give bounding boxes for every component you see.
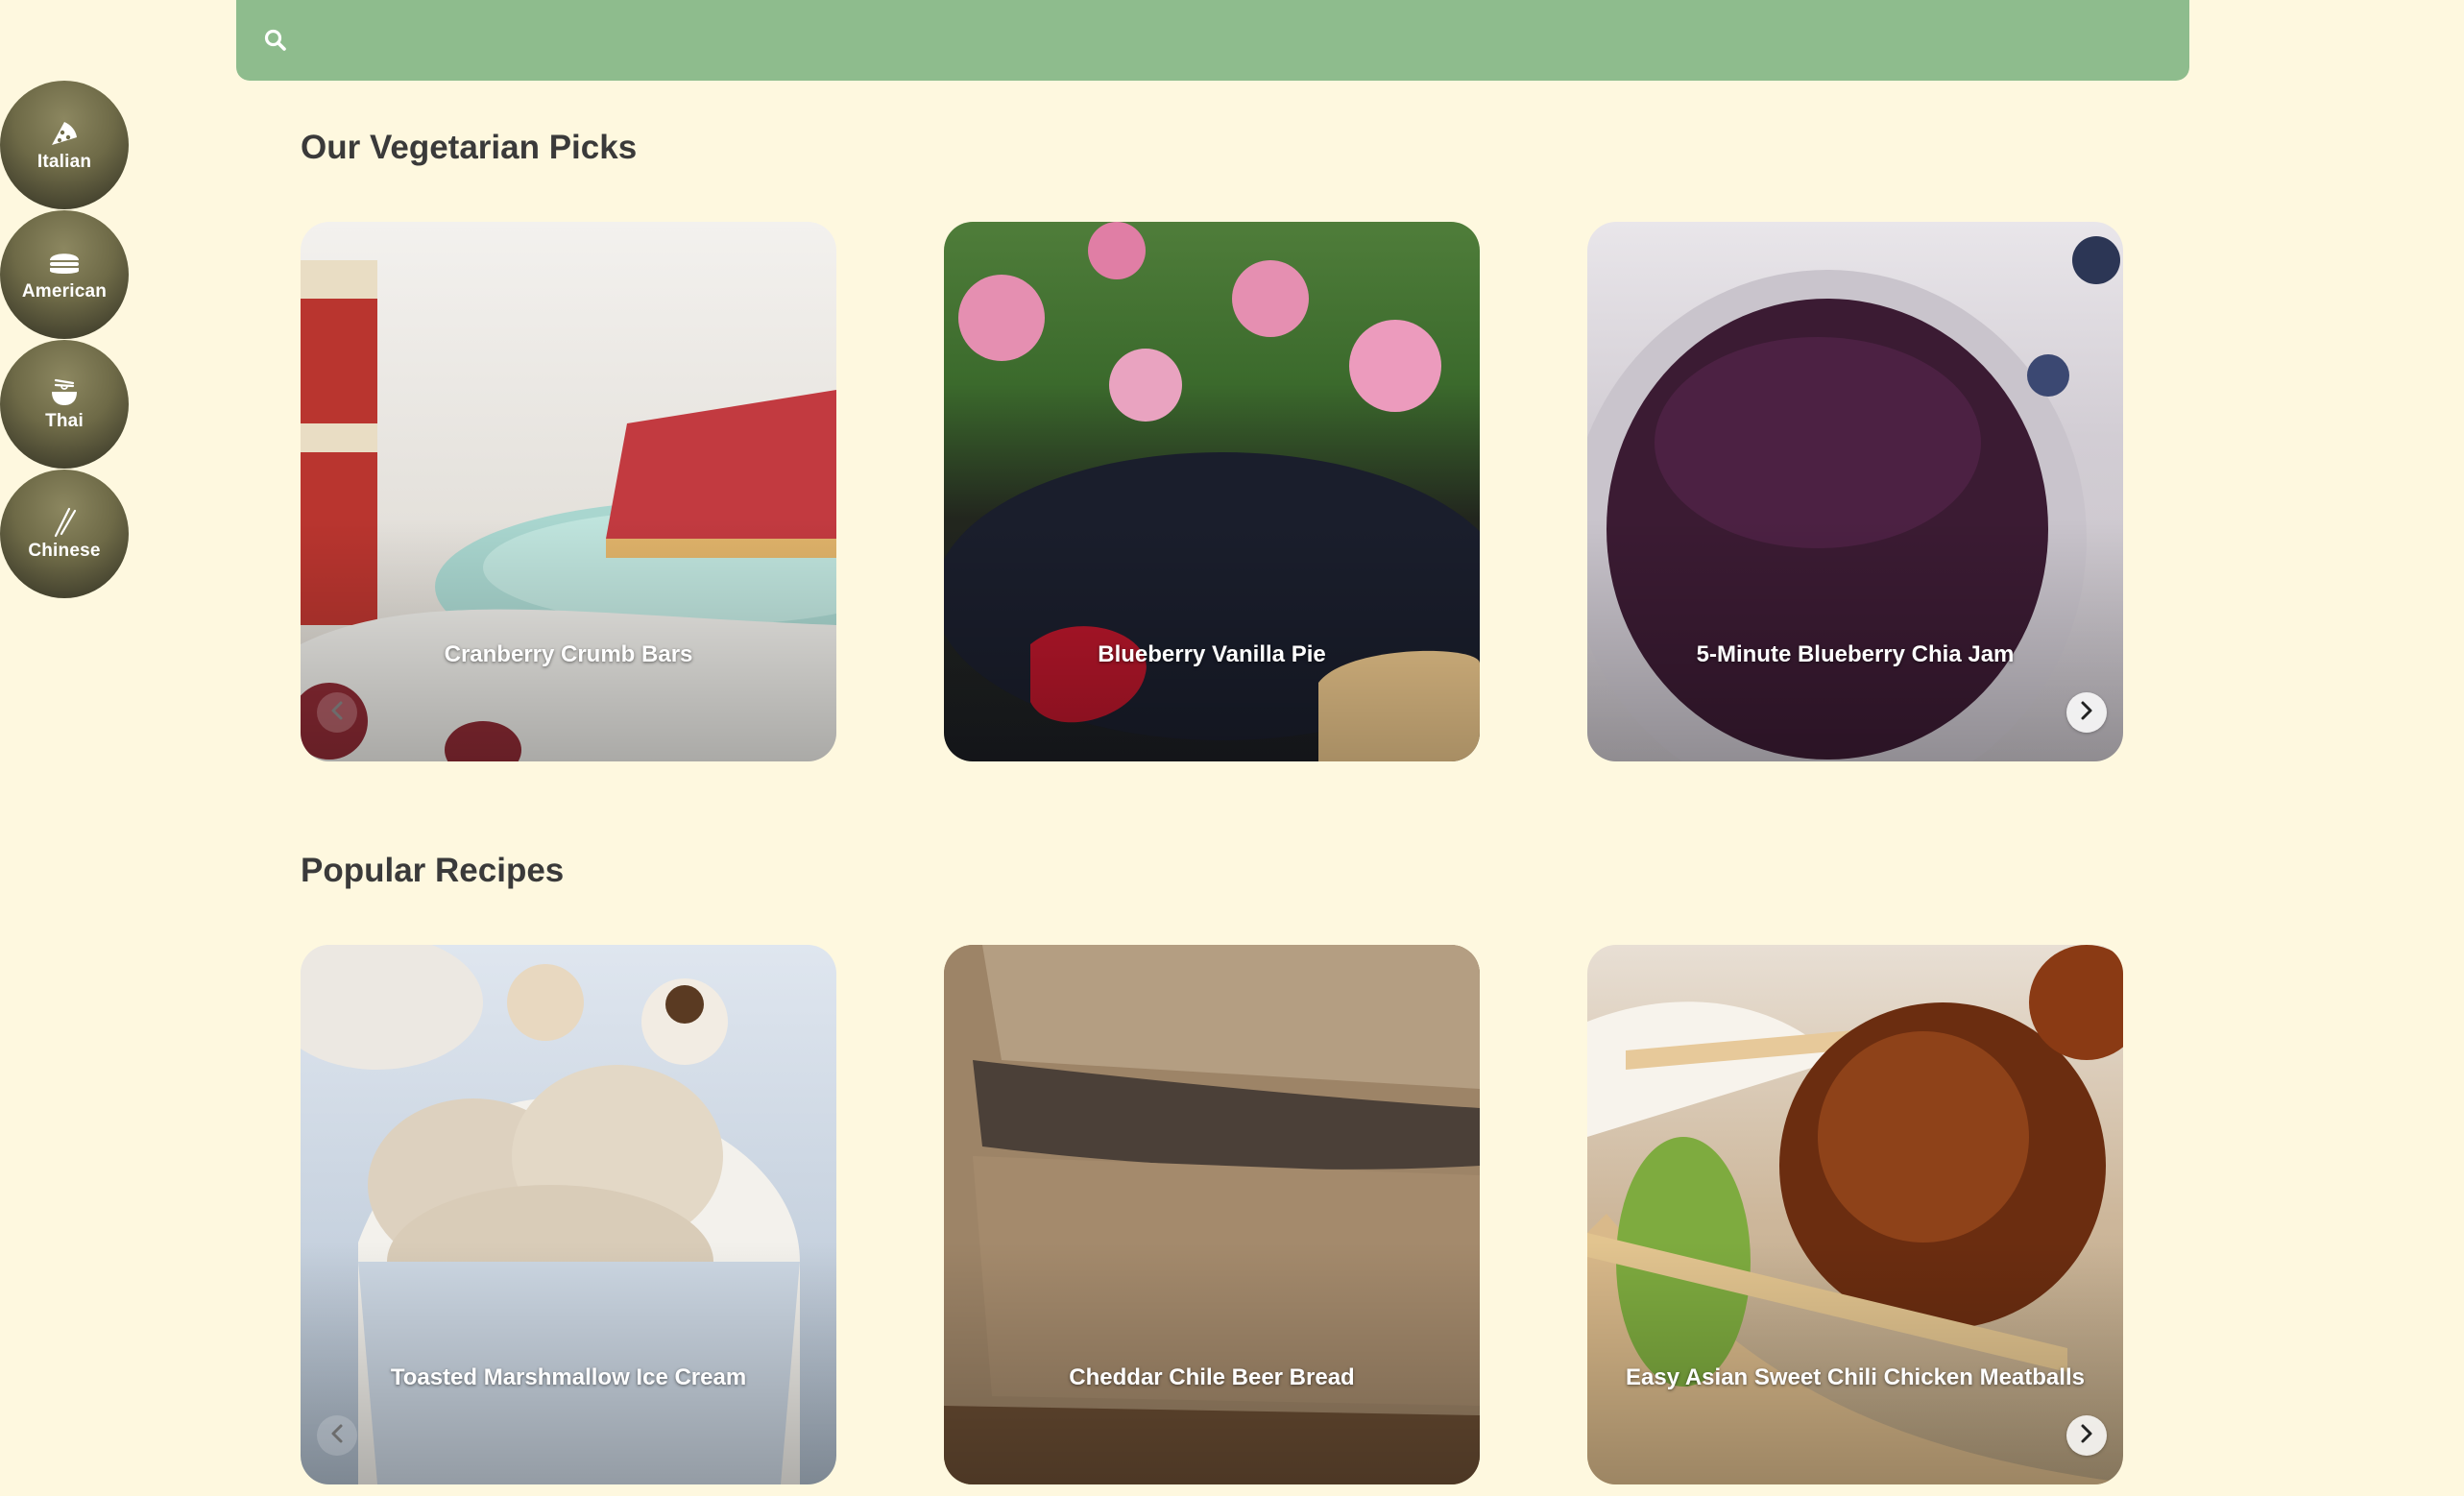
recipe-card-title: Easy Asian Sweet Chili Chicken Meatballs <box>1626 1364 2085 1390</box>
recipe-card[interactable]: Toasted Marshmallow Ice Cream <box>301 945 836 1484</box>
recipe-card[interactable]: Cranberry Crumb Bars <box>301 222 836 761</box>
recipe-card-title: Cranberry Crumb Bars <box>444 641 693 667</box>
search-input[interactable] <box>305 12 2189 69</box>
cuisine-label: Chinese <box>28 541 101 561</box>
recipe-card-title: Toasted Marshmallow Ice Cream <box>390 1364 747 1390</box>
recipe-card[interactable]: Easy Asian Sweet Chili Chicken Meatballs <box>1587 945 2123 1484</box>
card-shade <box>944 519 1480 761</box>
cuisine-button-american[interactable]: American <box>0 210 129 339</box>
burger-icon <box>46 247 83 279</box>
recipe-card[interactable]: 5-Minute Blueberry Chia Jam <box>1587 222 2123 761</box>
carousel-next-button[interactable] <box>2066 1415 2107 1456</box>
card-shade <box>944 1242 1480 1484</box>
carousel-vegetarian-picks: Cranberry Crumb Bars Blueberry Vanilla P… <box>301 222 2124 761</box>
carousel-prev-button[interactable] <box>317 1415 357 1456</box>
card-shade <box>1587 519 2123 761</box>
card-shade <box>301 1242 836 1484</box>
section-title-vegetarian-picks: Our Vegetarian Picks <box>301 129 638 166</box>
chevron-right-icon <box>2079 700 2094 726</box>
cuisine-label: Thai <box>45 411 84 431</box>
chevron-right-icon <box>2079 1423 2094 1449</box>
chevron-left-icon <box>329 1423 345 1449</box>
search-icon[interactable] <box>259 24 292 57</box>
noodle-bowl-icon <box>46 376 83 409</box>
cuisine-label: Italian <box>36 152 92 172</box>
card-shade <box>301 519 836 761</box>
card-shade <box>1587 1242 2123 1484</box>
cuisine-button-italian[interactable]: Italian <box>0 81 129 209</box>
cuisine-button-thai[interactable]: Thai <box>0 340 129 469</box>
recipe-card-title: Cheddar Chile Beer Bread <box>1069 1364 1355 1390</box>
chevron-left-icon <box>329 700 345 726</box>
recipe-card-title: Blueberry Vanilla Pie <box>1098 641 1326 667</box>
recipe-card-title: 5-Minute Blueberry Chia Jam <box>1696 641 2015 667</box>
section-title-popular-recipes: Popular Recipes <box>301 852 565 889</box>
search-bar <box>236 0 2189 81</box>
recipe-card[interactable]: Cheddar Chile Beer Bread <box>944 945 1480 1484</box>
carousel-next-button[interactable] <box>2066 692 2107 733</box>
pizza-icon <box>46 117 83 150</box>
cuisine-button-chinese[interactable]: Chinese <box>0 470 129 598</box>
carousel-popular-recipes: Toasted Marshmallow Ice Cream Cheddar Ch… <box>301 945 2124 1484</box>
cuisine-nav: Italian American Thai Chinese <box>0 81 129 599</box>
chopsticks-icon <box>46 506 83 539</box>
carousel-prev-button[interactable] <box>317 692 357 733</box>
recipe-card[interactable]: Blueberry Vanilla Pie <box>944 222 1480 761</box>
cuisine-label: American <box>21 281 108 302</box>
